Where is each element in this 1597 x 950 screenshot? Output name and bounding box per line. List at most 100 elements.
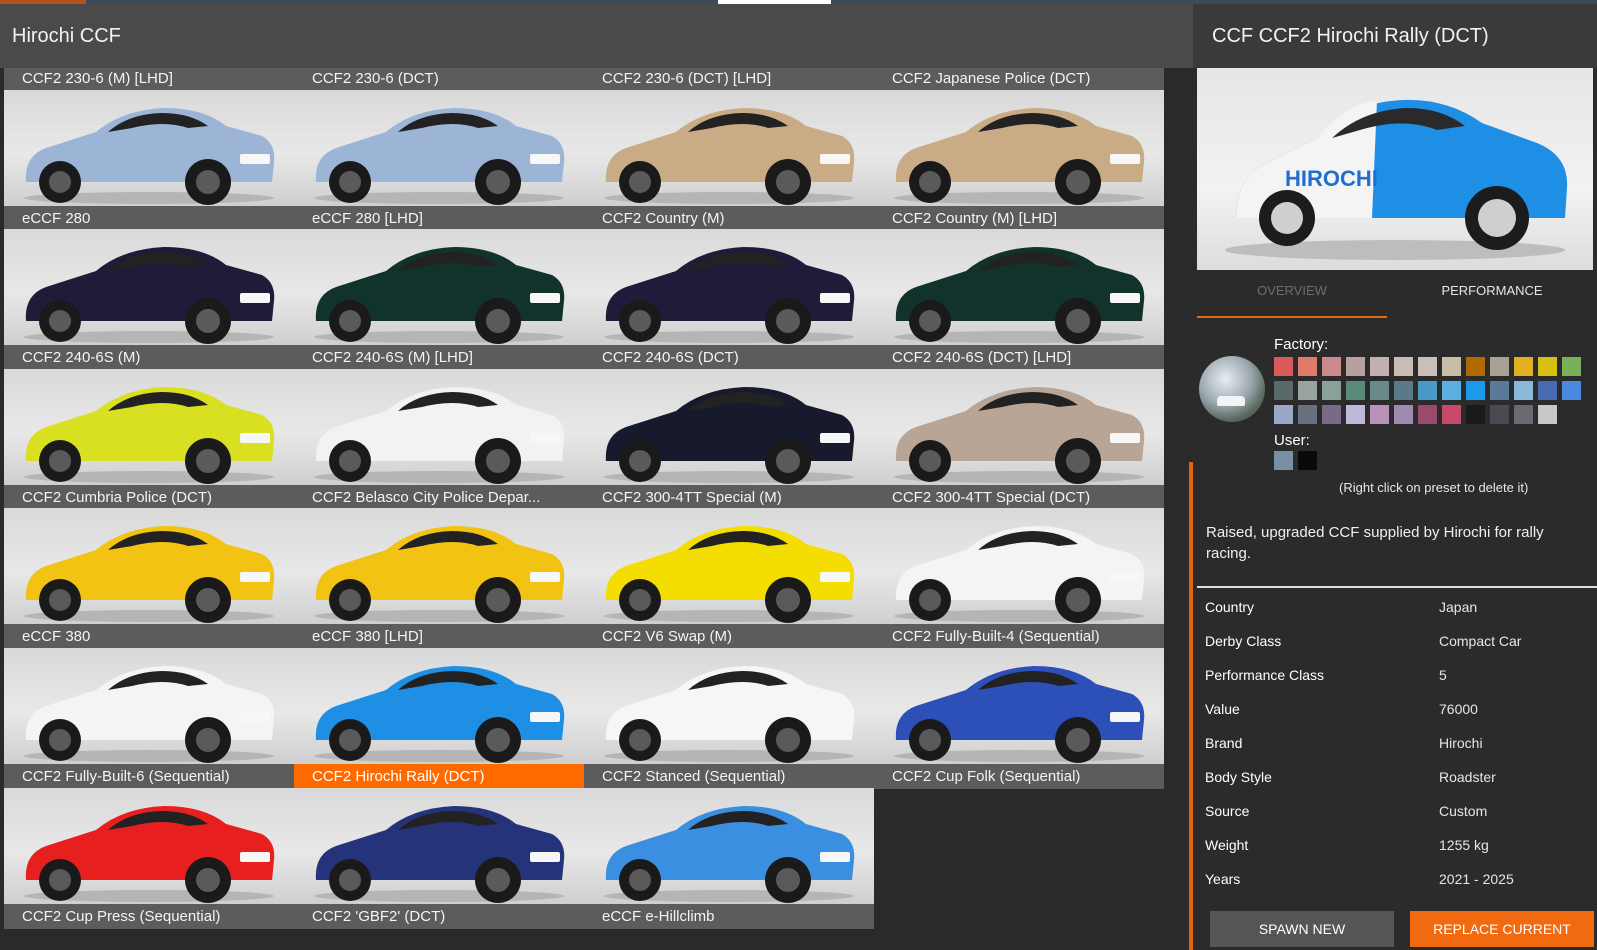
factory-paint-swatch[interactable] <box>1490 405 1509 424</box>
vehicle-tile[interactable]: CCF2 230-6 (M) [LHD] <box>4 68 294 91</box>
user-paints-label: User: <box>1274 432 1310 449</box>
tab-overview[interactable]: OVERVIEW <box>1197 274 1387 318</box>
factory-paint-swatch[interactable] <box>1322 405 1341 424</box>
factory-paint-swatch[interactable] <box>1442 357 1461 376</box>
spec-row-body-style: Body Style Roadster <box>1197 760 1597 794</box>
factory-paint-swatch[interactable] <box>1418 381 1437 400</box>
vehicle-label: CCF2 Cup Folk (Sequential) <box>874 764 1164 789</box>
vehicle-label: CCF2 Cup Press (Sequential) <box>4 904 294 929</box>
vehicle-tile[interactable]: CCF2 Hirochi Rally (DCT) <box>294 648 584 789</box>
preview-car-icon: HIROCHI <box>1225 99 1568 260</box>
factory-paint-swatch[interactable] <box>1418 405 1437 424</box>
vehicle-label: CCF2 Japanese Police (DCT) <box>874 68 1164 91</box>
vehicle-thumbnail <box>4 229 294 345</box>
factory-paint-swatch[interactable] <box>1466 405 1485 424</box>
factory-paint-swatch[interactable] <box>1322 381 1341 400</box>
vehicle-tile[interactable]: CCF2 240-6S (M) [LHD] <box>294 229 584 370</box>
svg-text:HIROCHI: HIROCHI <box>1285 166 1378 191</box>
vehicle-tile[interactable]: CCF2 Cup Folk (Sequential) <box>874 648 1164 789</box>
vehicle-tile[interactable]: CCF2 Stanced (Sequential) <box>584 648 874 789</box>
factory-paint-swatch[interactable] <box>1322 357 1341 376</box>
vehicle-tile[interactable]: eCCF 380 <box>4 508 294 649</box>
vehicle-tile[interactable]: CCF2 'GBF2' (DCT) <box>294 788 584 929</box>
user-paint-swatch[interactable] <box>1298 451 1317 470</box>
factory-paint-swatch[interactable] <box>1298 357 1317 376</box>
car-icon <box>314 387 565 484</box>
vehicle-tile[interactable]: CCF2 Cumbria Police (DCT) <box>4 369 294 510</box>
vehicle-thumbnail <box>584 648 874 764</box>
vehicle-tile[interactable]: CCF2 300-4TT Special (DCT) <box>874 369 1164 510</box>
replace-current-button[interactable]: REPLACE CURRENT <box>1410 911 1594 947</box>
vehicle-label: CCF2 300-4TT Special (DCT) <box>874 485 1164 510</box>
factory-paint-swatch[interactable] <box>1490 357 1509 376</box>
factory-paint-swatch[interactable] <box>1538 357 1557 376</box>
vehicle-preview-image: HIROCHI <box>1197 68 1593 270</box>
factory-paint-swatch[interactable] <box>1394 381 1413 400</box>
factory-paint-swatch[interactable] <box>1274 381 1293 400</box>
spec-row-brand: Brand Hirochi <box>1197 726 1597 760</box>
vehicle-label: eCCF e-Hillclimb <box>584 904 874 929</box>
factory-paint-swatch[interactable] <box>1346 405 1365 424</box>
spec-key: Country <box>1205 599 1255 615</box>
vehicle-tile[interactable]: CCF2 Japanese Police (DCT) <box>874 68 1164 91</box>
vehicle-tile[interactable]: eCCF 280 [LHD] <box>294 90 584 231</box>
factory-paint-swatch[interactable] <box>1298 405 1317 424</box>
vehicle-tile[interactable]: eCCF 380 [LHD] <box>294 508 584 649</box>
vehicle-tile[interactable]: CCF2 V6 Swap (M) <box>584 508 874 649</box>
factory-paint-swatch[interactable] <box>1538 381 1557 400</box>
tab-performance[interactable]: PERFORMANCE <box>1397 274 1587 316</box>
factory-paint-swatch[interactable] <box>1562 357 1581 376</box>
spec-key: Body Style <box>1205 769 1272 785</box>
vehicle-tile[interactable]: CCF2 240-6S (DCT) <box>584 229 874 370</box>
factory-paint-swatch[interactable] <box>1442 405 1461 424</box>
vehicle-tile[interactable]: eCCF 280 <box>4 90 294 231</box>
factory-paint-swatch[interactable] <box>1538 405 1557 424</box>
vehicle-tile[interactable]: CCF2 230-6 (DCT) <box>294 68 584 91</box>
vehicle-tile[interactable]: eCCF e-Hillclimb <box>584 788 874 929</box>
factory-paint-swatch[interactable] <box>1394 357 1413 376</box>
factory-paint-swatch[interactable] <box>1466 381 1485 400</box>
vehicle-tile[interactable]: CCF2 Belasco City Police Depar... <box>294 369 584 510</box>
vehicle-thumbnail <box>874 229 1164 345</box>
vehicle-label: CCF2 Fully-Built-6 (Sequential) <box>4 764 294 789</box>
vehicle-label: eCCF 280 [LHD] <box>294 206 584 231</box>
spec-value: Hirochi <box>1439 735 1483 751</box>
vehicle-tile[interactable]: CCF2 Country (M) [LHD] <box>874 90 1164 231</box>
factory-paint-swatch[interactable] <box>1346 357 1365 376</box>
factory-paint-swatch[interactable] <box>1298 381 1317 400</box>
factory-paint-swatch[interactable] <box>1490 381 1509 400</box>
factory-paint-swatch[interactable] <box>1274 357 1293 376</box>
factory-paint-swatch[interactable] <box>1370 405 1389 424</box>
vehicle-tile[interactable]: CCF2 Cup Press (Sequential) <box>4 788 294 929</box>
spec-key: Performance Class <box>1205 667 1325 683</box>
factory-paint-swatch[interactable] <box>1514 405 1533 424</box>
vehicle-tile[interactable]: CCF2 Country (M) <box>584 90 874 231</box>
factory-paint-swatch[interactable] <box>1274 405 1293 424</box>
vehicle-tile[interactable]: CCF2 240-6S (DCT) [LHD] <box>874 229 1164 370</box>
factory-paint-swatch[interactable] <box>1394 405 1413 424</box>
vehicle-thumbnail <box>294 508 584 624</box>
factory-paint-swatch[interactable] <box>1370 357 1389 376</box>
vehicle-tile[interactable]: CCF2 Fully-Built-6 (Sequential) <box>4 648 294 789</box>
vehicle-label: CCF2 V6 Swap (M) <box>584 624 874 649</box>
spawn-new-button[interactable]: SPAWN NEW <box>1210 911 1394 947</box>
factory-paint-swatch[interactable] <box>1466 357 1485 376</box>
factory-paint-swatch[interactable] <box>1418 357 1437 376</box>
factory-paint-swatch[interactable] <box>1442 381 1461 400</box>
user-paint-swatch[interactable] <box>1274 451 1293 470</box>
vehicle-label: CCF2 Hirochi Rally (DCT) <box>294 764 584 789</box>
factory-paint-swatch[interactable] <box>1370 381 1389 400</box>
factory-paint-swatch[interactable] <box>1514 381 1533 400</box>
spec-value: Custom <box>1439 803 1488 819</box>
vehicle-tile[interactable]: CCF2 230-6 (DCT) [LHD] <box>584 68 874 91</box>
factory-paint-swatch[interactable] <box>1346 381 1365 400</box>
factory-paint-swatch[interactable] <box>1562 381 1581 400</box>
paint-selector: Factory: User: (Right click on preset to… <box>1197 334 1593 495</box>
vehicle-tile[interactable]: CCF2 300-4TT Special (M) <box>584 369 874 510</box>
vehicle-thumbnail <box>294 369 584 485</box>
vehicle-tile[interactable]: CCF2 Fully-Built-4 (Sequential) <box>874 508 1164 649</box>
vehicle-label: eCCF 380 <box>4 624 294 649</box>
vehicle-tile[interactable]: CCF2 240-6S (M) <box>4 229 294 370</box>
factory-paint-swatch[interactable] <box>1514 357 1533 376</box>
vehicle-thumbnail <box>4 369 294 485</box>
